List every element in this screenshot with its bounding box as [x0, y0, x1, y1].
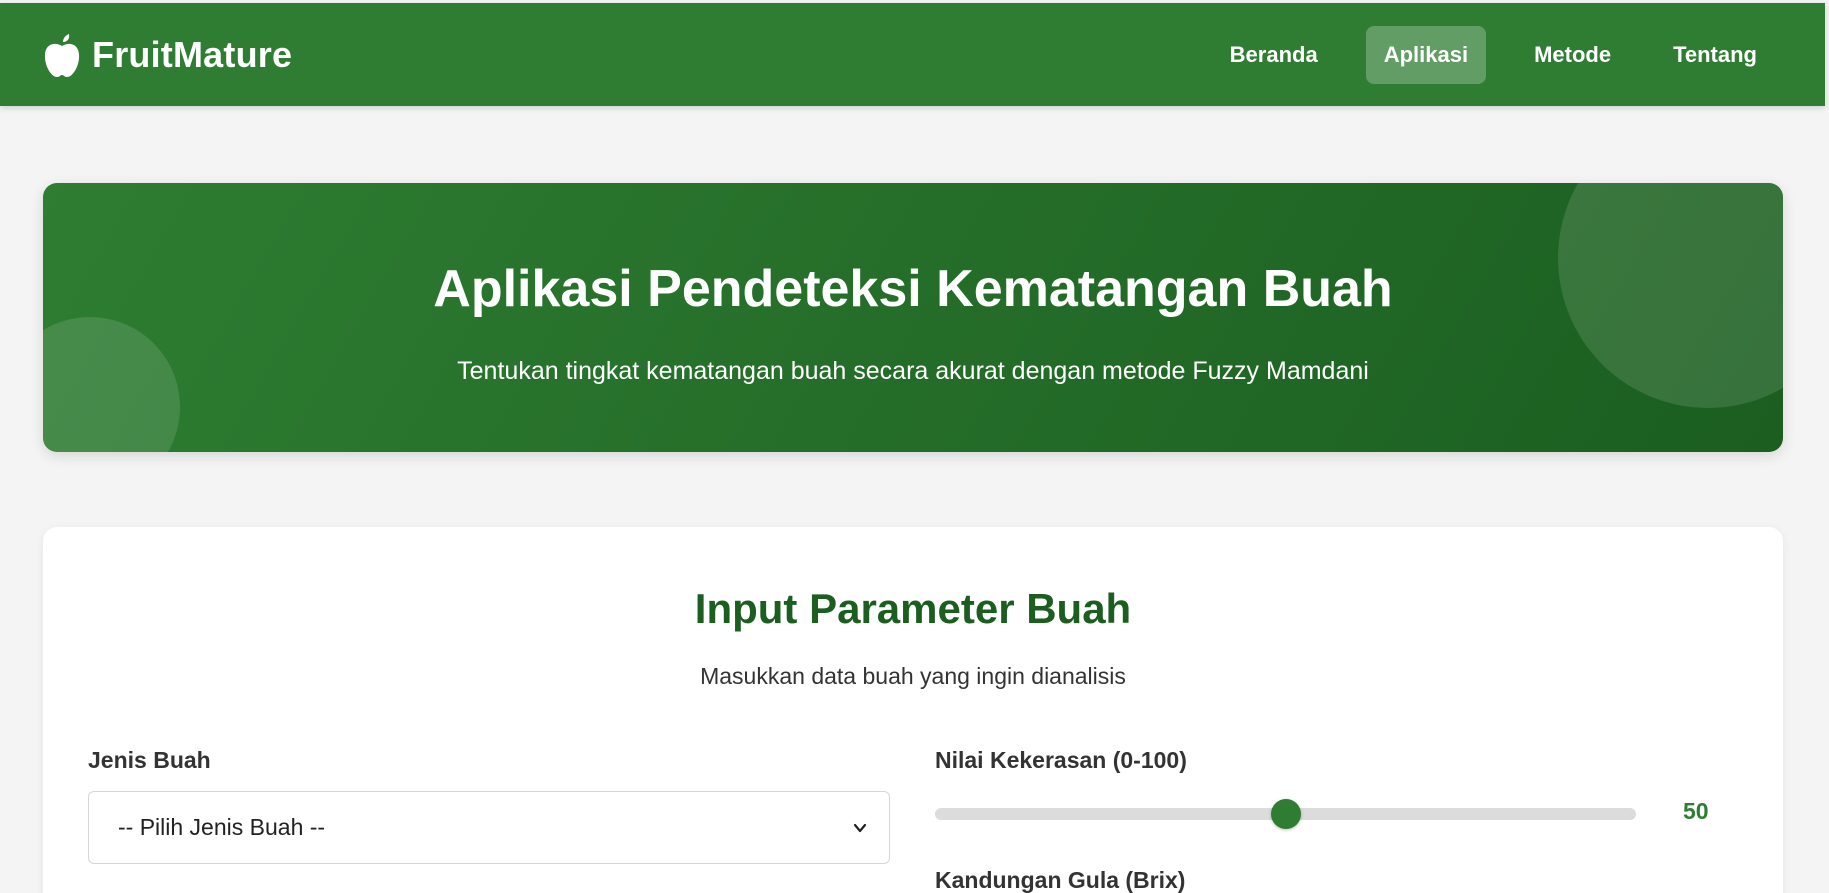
- hero-banner: Aplikasi Pendeteksi Kematangan Buah Tent…: [43, 183, 1783, 452]
- brand-logo[interactable]: FruitMature: [42, 32, 292, 78]
- card-title: Input Parameter Buah: [694, 585, 1132, 632]
- fruit-type-select[interactable]: -- Pilih Jenis Buah --: [88, 791, 890, 864]
- input-card: Input Parameter Buah Masukkan data buah …: [43, 527, 1783, 893]
- apple-icon: [44, 33, 80, 77]
- chevron-down-icon: [853, 823, 867, 832]
- nav-link-metode[interactable]: Metode: [1508, 26, 1637, 84]
- nav-link-tentang[interactable]: Tentang: [1647, 26, 1783, 84]
- hero-subtitle: Tentukan tingkat kematangan buah secara …: [457, 357, 1369, 385]
- sugar-label: Kandungan Gula (Brix): [935, 867, 1186, 893]
- hardness-slider[interactable]: [935, 799, 1636, 829]
- hardness-slider-thumb[interactable]: [1270, 799, 1301, 829]
- hero-title: Aplikasi Pendeteksi Kematangan Buah: [433, 260, 1393, 318]
- nav-link-aplikasi[interactable]: Aplikasi: [1365, 25, 1487, 84]
- nav-link-beranda[interactable]: Beranda: [1204, 26, 1344, 84]
- hardness-value: 50: [1683, 798, 1709, 824]
- nav-links: Beranda Aplikasi Metode Tentang: [1204, 25, 1783, 84]
- hardness-label: Nilai Kekerasan (0-100): [935, 747, 1187, 773]
- fruit-type-selected-value: -- Pilih Jenis Buah --: [118, 814, 326, 840]
- fruit-type-label: Jenis Buah: [88, 747, 211, 773]
- brand-name: FruitMature: [92, 33, 293, 75]
- top-navbar: FruitMature Beranda Aplikasi Metode Tent…: [0, 3, 1825, 106]
- card-subtitle: Masukkan data buah yang ingin dianalisis: [700, 663, 1126, 689]
